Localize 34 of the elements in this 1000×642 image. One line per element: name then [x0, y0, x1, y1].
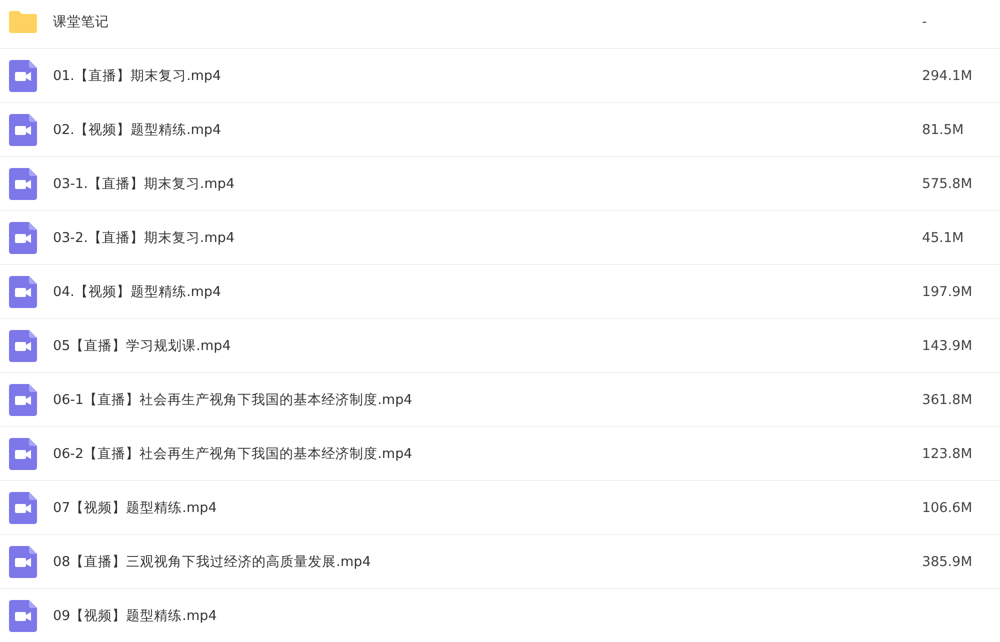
video-file-icon: [9, 276, 37, 308]
file-name[interactable]: 08【直播】三观视角下我过经济的高质量发展.mp4: [53, 552, 922, 570]
file-size: 123.8M: [922, 446, 974, 462]
file-size: 45.1M: [922, 230, 965, 246]
file-name[interactable]: 04.【视频】题型精练.mp4: [53, 282, 922, 300]
file-size: 385.9M: [922, 554, 974, 570]
video-file-icon: [9, 330, 37, 362]
file-size: 197.9M: [922, 284, 974, 300]
video-file-icon: [9, 492, 37, 524]
video-file-icon: [9, 438, 37, 470]
file-name[interactable]: 01.【直播】期末复习.mp4: [53, 66, 922, 84]
video-file-icon: [9, 222, 37, 254]
file-size: 294.1M: [922, 68, 974, 84]
file-name[interactable]: 课堂笔记: [53, 12, 922, 30]
file-size: 361.8M: [922, 392, 974, 408]
file-name[interactable]: 03-1.【直播】期末复习.mp4: [53, 174, 922, 192]
video-file-icon: [9, 546, 37, 578]
file-size: 106.6M: [922, 500, 974, 516]
file-size: 143.9M: [922, 338, 974, 354]
video-file-icon: [9, 168, 37, 200]
file-name[interactable]: 06-2【直播】社会再生产视角下我国的基本经济制度.mp4: [53, 444, 922, 462]
video-file-icon: [9, 60, 37, 92]
file-size: 81.5M: [922, 122, 965, 138]
file-name[interactable]: 09【视频】题型精练.mp4: [53, 606, 1000, 624]
file-size: -: [922, 14, 928, 30]
file-name[interactable]: 06-1【直播】社会再生产视角下我国的基本经济制度.mp4: [53, 390, 922, 408]
video-file-icon: [9, 114, 37, 146]
video-file-icon: [9, 600, 37, 632]
file-name[interactable]: 02.【视频】题型精练.mp4: [53, 120, 922, 138]
file-name[interactable]: 03-2.【直播】期末复习.mp4: [53, 228, 922, 246]
file-name[interactable]: 07【视频】题型精练.mp4: [53, 498, 922, 516]
file-size: 575.8M: [922, 176, 974, 192]
file-name[interactable]: 05【直播】学习规划课.mp4: [53, 336, 922, 354]
video-file-icon: [9, 384, 37, 416]
